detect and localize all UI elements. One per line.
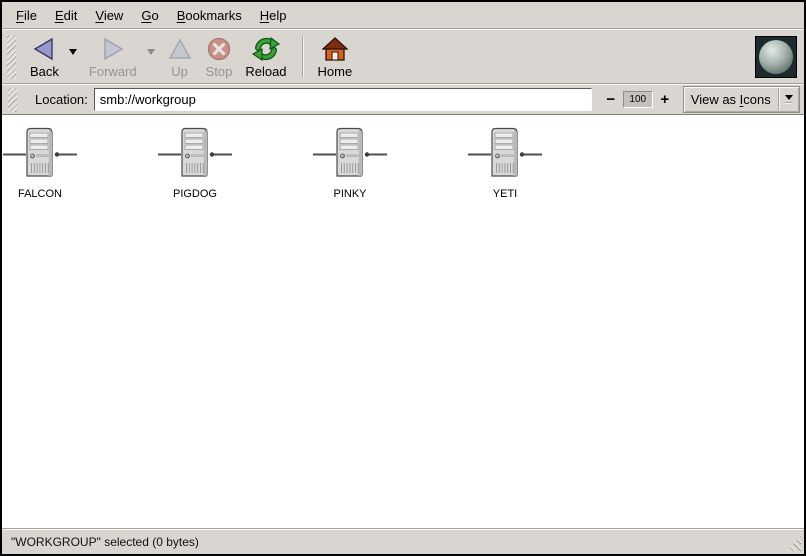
menu-file[interactable]: File [7,4,46,27]
icon-view: FALCON PIGDOG [2,115,804,528]
view-as-label: View as Icons [684,92,778,107]
menu-view[interactable]: View [86,4,132,27]
server-item-pinky[interactable]: PINKY [312,126,388,201]
reload-icon [252,35,280,63]
up-icon [167,35,193,63]
server-icon [157,126,233,185]
toolbar-drag-handle[interactable] [7,35,16,79]
menu-edit[interactable]: Edit [46,4,86,27]
toolbar: Back Forward Up Stop [2,29,804,84]
back-icon [31,35,57,63]
location-bar: Location: − 100 + View as Icons [2,84,804,115]
menu-help[interactable]: Help [251,4,296,27]
back-button[interactable]: Back [24,32,65,82]
forward-button: Forward [83,32,143,82]
zoom-in-button[interactable]: + [658,92,672,108]
throbber-icon [755,36,797,78]
view-as-dropdown[interactable]: View as Icons [683,86,800,113]
menu-bar: File Edit View Go Bookmarks Help [2,2,804,29]
server-item-yeti[interactable]: YETI [467,126,543,201]
toolbar-separator [302,37,304,77]
back-history-dropdown-icon[interactable] [69,49,77,55]
zoom-out-button[interactable]: − [604,92,618,108]
location-bar-drag-handle[interactable] [8,88,17,112]
up-button: Up [161,32,199,82]
forward-history-dropdown-icon [147,49,155,55]
forward-icon [100,35,126,63]
server-icon [2,126,78,185]
server-icon [312,126,388,185]
stop-icon [206,35,232,63]
stop-button: Stop [200,32,239,82]
home-button[interactable]: Home [312,32,359,82]
location-input[interactable] [94,88,592,111]
status-bar: "WORKGROUP" selected (0 bytes) [2,528,804,554]
menu-go[interactable]: Go [132,4,167,27]
resize-grip[interactable] [786,536,801,551]
status-text: "WORKGROUP" selected (0 bytes) [11,535,199,549]
server-icon [467,126,543,185]
dropdown-arrow-icon [780,95,799,104]
zoom-level-indicator: 100 [623,91,653,108]
reload-button[interactable]: Reload [239,32,292,82]
server-label: FALCON [18,188,62,201]
home-icon [322,35,348,63]
server-label: PINKY [333,188,366,201]
location-label: Location: [35,92,88,107]
server-label: PIGDOG [173,188,217,201]
server-item-pigdog[interactable]: PIGDOG [157,126,233,201]
server-label: YETI [493,188,517,201]
throbber-sphere [759,40,793,74]
menu-bookmarks[interactable]: Bookmarks [168,4,251,27]
file-manager-window: File Edit View Go Bookmarks Help Back Fo… [0,0,806,556]
server-item-falcon[interactable]: FALCON [2,126,78,201]
